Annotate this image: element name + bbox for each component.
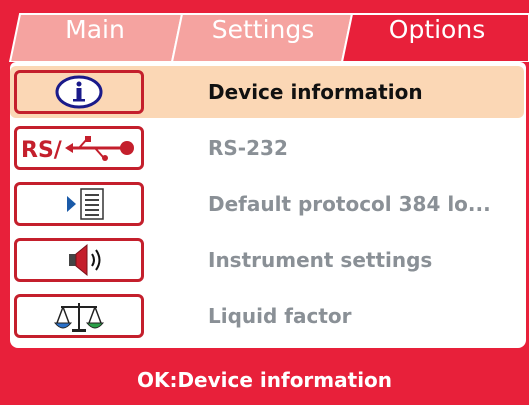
icon-button: [14, 294, 144, 338]
icon-button: RS/: [14, 126, 144, 170]
info-icon: [55, 75, 103, 109]
menu-item-instrument-settings[interactable]: Instrument settings: [10, 234, 524, 286]
options-menu-panel: Device information RS/ RS-232 Default pr…: [10, 62, 526, 348]
menu-item-label: RS-232: [208, 136, 288, 160]
icon-button: [14, 70, 144, 114]
rs232-icon-text: RS/: [21, 138, 63, 163]
tab-bar: Main Settings Options: [0, 0, 529, 62]
tab-main[interactable]: Main: [20, 10, 170, 50]
rs232-usb-icon: RS/: [21, 136, 134, 163]
protocol-list-icon: [67, 188, 104, 220]
menu-item-label: Default protocol 384 lo...: [208, 192, 491, 216]
icon-button: [14, 238, 144, 282]
speaker-icon: [69, 243, 101, 277]
status-bar-hint: OK:Device information: [136, 368, 393, 392]
balance-scale-icon: [53, 303, 105, 332]
menu-item-label: Instrument settings: [208, 248, 433, 272]
menu-item-default-protocol[interactable]: Default protocol 384 lo...: [10, 178, 524, 230]
menu-item-rs232[interactable]: RS/ RS-232: [10, 122, 524, 174]
menu-item-label: Device information: [208, 80, 423, 104]
menu-item-label: Liquid factor: [208, 304, 352, 328]
menu-item-device-information[interactable]: Device information: [10, 66, 524, 118]
tab-settings[interactable]: Settings: [182, 10, 344, 50]
menu-item-liquid-factor[interactable]: Liquid factor: [10, 290, 524, 342]
icon-button: [14, 182, 144, 226]
tab-options[interactable]: Options: [352, 10, 522, 50]
